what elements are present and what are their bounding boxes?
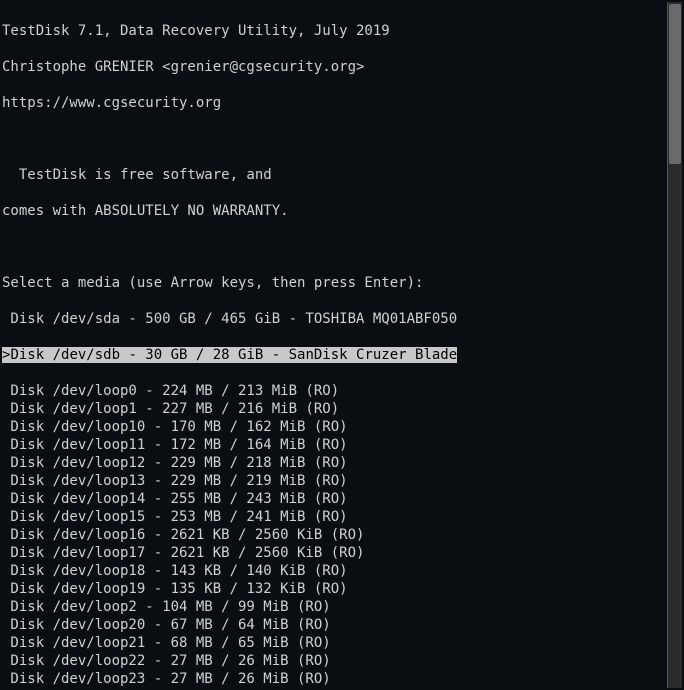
media-item-selected[interactable]: >Disk /dev/sdb - 30 GB / 28 GiB - SanDis… — [2, 346, 684, 364]
app-title: TestDisk 7.1, Data Recovery Utility, Jul… — [2, 22, 684, 40]
terminal-window: TestDisk 7.1, Data Recovery Utility, Jul… — [0, 0, 684, 690]
blank — [2, 130, 684, 148]
media-item[interactable]: Disk /dev/loop16 - 2621 KB / 2560 KiB (R… — [2, 526, 684, 544]
media-item[interactable]: Disk /dev/loop2 - 104 MB / 99 MiB (RO) — [2, 598, 684, 616]
media-item[interactable]: Disk /dev/loop22 - 27 MB / 26 MiB (RO) — [2, 652, 684, 670]
media-item[interactable]: Disk /dev/loop17 - 2621 KB / 2560 KiB (R… — [2, 544, 684, 562]
intro-l2: comes with ABSOLUTELY NO WARRANTY. — [2, 202, 684, 220]
blank — [2, 238, 684, 256]
media-item[interactable]: Disk /dev/loop15 - 253 MB / 241 MiB (RO) — [2, 508, 684, 526]
media-item[interactable]: Disk /dev/loop19 - 135 KB / 132 KiB (RO) — [2, 580, 684, 598]
media-item[interactable]: Disk /dev/loop21 - 68 MB / 65 MiB (RO) — [2, 634, 684, 652]
media-item[interactable]: Disk /dev/loop20 - 67 MB / 64 MiB (RO) — [2, 616, 684, 634]
media-item[interactable]: Disk /dev/loop13 - 229 MB / 219 MiB (RO) — [2, 472, 684, 490]
media-item[interactable]: Disk /dev/loop14 - 255 MB / 243 MiB (RO) — [2, 490, 684, 508]
scrollbar[interactable] — [667, 2, 682, 688]
media-item[interactable]: Disk /dev/sda - 500 GB / 465 GiB - TOSHI… — [2, 310, 684, 328]
prompt: Select a media (use Arrow keys, then pre… — [2, 274, 684, 292]
url-line: https://www.cgsecurity.org — [2, 94, 684, 112]
media-item[interactable]: Disk /dev/loop23 - 27 MB / 26 MiB (RO) — [2, 670, 684, 688]
media-item[interactable]: Disk /dev/loop10 - 170 MB / 162 MiB (RO) — [2, 418, 684, 436]
intro-l1: TestDisk is free software, and — [2, 166, 684, 184]
media-item[interactable]: Disk /dev/loop11 - 172 MB / 164 MiB (RO) — [2, 436, 684, 454]
author-line: Christophe GRENIER <grenier@cgsecurity.o… — [2, 58, 684, 76]
media-item[interactable]: Disk /dev/loop1 - 227 MB / 216 MiB (RO) — [2, 400, 684, 418]
media-item[interactable]: Disk /dev/loop12 - 229 MB / 218 MiB (RO) — [2, 454, 684, 472]
scroll-thumb[interactable] — [669, 4, 681, 164]
media-item[interactable]: Disk /dev/loop0 - 224 MB / 213 MiB (RO) — [2, 382, 684, 400]
media-item[interactable]: Disk /dev/loop18 - 143 KB / 140 KiB (RO) — [2, 562, 684, 580]
media-item-selected-text: Disk /dev/sdb - 30 GB / 28 GiB - SanDisk… — [10, 347, 457, 363]
